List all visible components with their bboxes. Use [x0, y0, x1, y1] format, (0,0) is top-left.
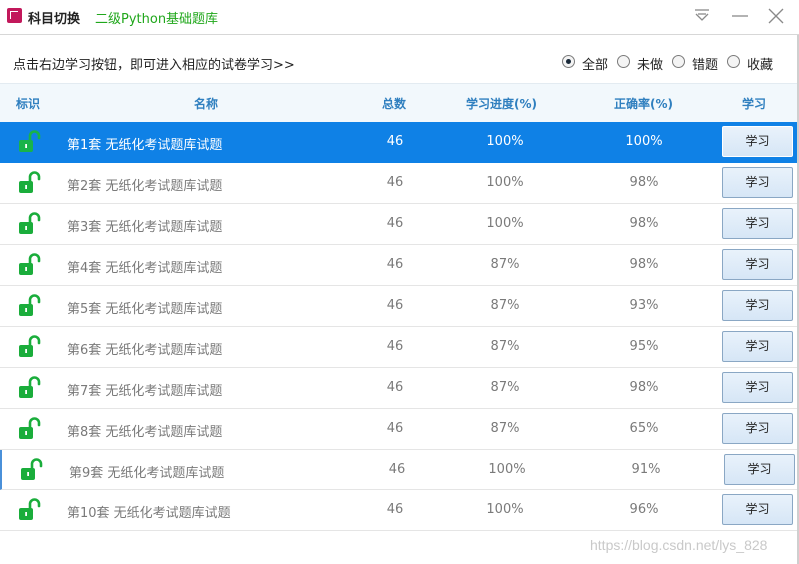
dropdown-menu-icon[interactable]: [691, 6, 713, 26]
study-progress: 87%: [490, 298, 520, 313]
accuracy-rate: 98%: [629, 380, 659, 395]
radio-icon[interactable]: [727, 55, 740, 68]
exam-name: 第7套 无纸化考试题库试题: [67, 384, 223, 399]
table-row[interactable]: 第3套 无纸化考试题库试题 46 100% 98% 学习: [0, 204, 797, 245]
study-button[interactable]: 学习: [722, 290, 793, 321]
question-total: 46: [386, 216, 404, 231]
exam-list: 第1套 无纸化考试题库试题 46 100% 100% 学习 第2套 无纸化考试题库试题 46…: [0, 122, 797, 531]
exam-name: 第2套 无纸化考试题库试题: [67, 179, 223, 194]
minimize-icon[interactable]: [729, 6, 751, 26]
question-total: 46: [386, 339, 404, 354]
watermark: https://blog.csdn.net/lys_828: [590, 537, 768, 553]
study-progress: 100%: [486, 175, 524, 190]
unlocked-lock-icon: [17, 252, 43, 278]
table-row[interactable]: 第4套 无纸化考试题库试题 46 87% 98% 学习: [0, 245, 797, 286]
exam-name: 第1套 无纸化考试题库试题: [67, 138, 223, 153]
study-progress: 87%: [490, 421, 520, 436]
question-total: 46: [386, 380, 404, 395]
study-progress: 87%: [490, 257, 520, 272]
table-row[interactable]: 第8套 无纸化考试题库试题 46 87% 65% 学习: [0, 409, 797, 450]
unlocked-lock-icon: [17, 170, 43, 196]
exam-name: 第8套 无纸化考试题库试题: [67, 425, 223, 440]
question-total: 46: [386, 421, 404, 436]
table-row[interactable]: 第9套 无纸化考试题库试题 46 100% 91% 学习: [0, 450, 797, 490]
window-title: 科目切换: [28, 12, 81, 27]
subject-name[interactable]: 二级Python基础题库: [95, 8, 218, 27]
accuracy-rate: 100%: [625, 134, 663, 149]
study-progress: 100%: [488, 462, 526, 477]
column-study: 学习: [742, 97, 767, 111]
accuracy-rate: 98%: [629, 175, 659, 190]
accuracy-rate: 98%: [629, 216, 659, 231]
unlocked-lock-icon: [17, 497, 43, 523]
column-total: 总数: [382, 97, 407, 111]
exam-name: 第3套 无纸化考试题库试题: [67, 220, 223, 235]
study-button[interactable]: 学习: [722, 331, 793, 362]
info-bar: 点击右边学习按钮，即可进入相应的试卷学习>> 全部 未做 错题 收藏: [0, 35, 799, 83]
exam-name: 第6套 无纸化考试题库试题: [67, 343, 223, 358]
radio-selected-icon[interactable]: [562, 55, 575, 68]
table-row[interactable]: 第2套 无纸化考试题库试题 46 100% 98% 学习: [0, 163, 797, 204]
table-row[interactable]: 第5套 无纸化考试题库试题 46 87% 93% 学习: [0, 286, 797, 327]
question-total: 46: [386, 175, 404, 190]
app-icon: [7, 8, 22, 23]
question-total: 46: [386, 502, 404, 517]
accuracy-rate: 65%: [629, 421, 659, 436]
column-flag: 标识: [16, 97, 41, 111]
unlocked-lock-icon: [19, 457, 45, 483]
accuracy-rate: 96%: [629, 502, 659, 517]
question-total: 46: [386, 257, 404, 272]
study-button[interactable]: 学习: [722, 167, 793, 198]
study-progress: 87%: [490, 380, 520, 395]
filter-label[interactable]: 错题: [692, 54, 718, 73]
unlocked-lock-icon: [17, 375, 43, 401]
column-accuracy: 正确率(%): [614, 97, 673, 111]
filter-label[interactable]: 未做: [637, 54, 663, 73]
question-total: 46: [386, 298, 404, 313]
accuracy-rate: 95%: [629, 339, 659, 354]
unlocked-lock-icon: [17, 293, 43, 319]
study-button[interactable]: 学习: [724, 454, 795, 485]
instruction-text: 点击右边学习按钮，即可进入相应的试卷学习>>: [13, 58, 295, 73]
question-total: 46: [386, 134, 404, 149]
unlocked-lock-icon: [17, 334, 43, 360]
column-progress: 学习进度(%): [466, 97, 537, 111]
column-name: 名称: [194, 97, 219, 111]
close-icon[interactable]: [765, 6, 787, 26]
study-button[interactable]: 学习: [722, 494, 793, 525]
study-button[interactable]: 学习: [722, 208, 793, 239]
title-bar: 科目切换 二级Python基础题库: [0, 0, 799, 35]
exam-name: 第10套 无纸化考试题库试题: [67, 506, 231, 521]
accuracy-rate: 91%: [631, 462, 661, 477]
study-button[interactable]: 学习: [722, 413, 793, 444]
filter-label[interactable]: 收藏: [747, 54, 773, 73]
table-header: 标识 名称 总数 学习进度(%) 正确率(%) 学习: [0, 83, 797, 123]
study-progress: 100%: [486, 502, 524, 517]
study-button[interactable]: 学习: [722, 372, 793, 403]
radio-icon[interactable]: [617, 55, 630, 68]
table-row[interactable]: 第7套 无纸化考试题库试题 46 87% 98% 学习: [0, 368, 797, 409]
study-progress: 87%: [490, 339, 520, 354]
study-button[interactable]: 学习: [722, 249, 793, 280]
filter-label[interactable]: 全部: [582, 54, 608, 73]
study-progress: 100%: [486, 216, 524, 231]
accuracy-rate: 98%: [629, 257, 659, 272]
unlocked-lock-icon: [17, 129, 43, 155]
question-total: 46: [388, 462, 406, 477]
radio-icon[interactable]: [672, 55, 685, 68]
study-button[interactable]: 学习: [722, 126, 793, 157]
table-row[interactable]: 第6套 无纸化考试题库试题 46 87% 95% 学习: [0, 327, 797, 368]
study-progress: 100%: [486, 134, 524, 149]
table-row[interactable]: 第10套 无纸化考试题库试题 46 100% 96% 学习: [0, 490, 797, 531]
exam-name: 第4套 无纸化考试题库试题: [67, 261, 223, 276]
accuracy-rate: 93%: [629, 298, 659, 313]
exam-name: 第5套 无纸化考试题库试题: [67, 302, 223, 317]
unlocked-lock-icon: [17, 211, 43, 237]
table-row[interactable]: 第1套 无纸化考试题库试题 46 100% 100% 学习: [0, 122, 797, 163]
exam-name: 第9套 无纸化考试题库试题: [69, 466, 225, 481]
unlocked-lock-icon: [17, 416, 43, 442]
